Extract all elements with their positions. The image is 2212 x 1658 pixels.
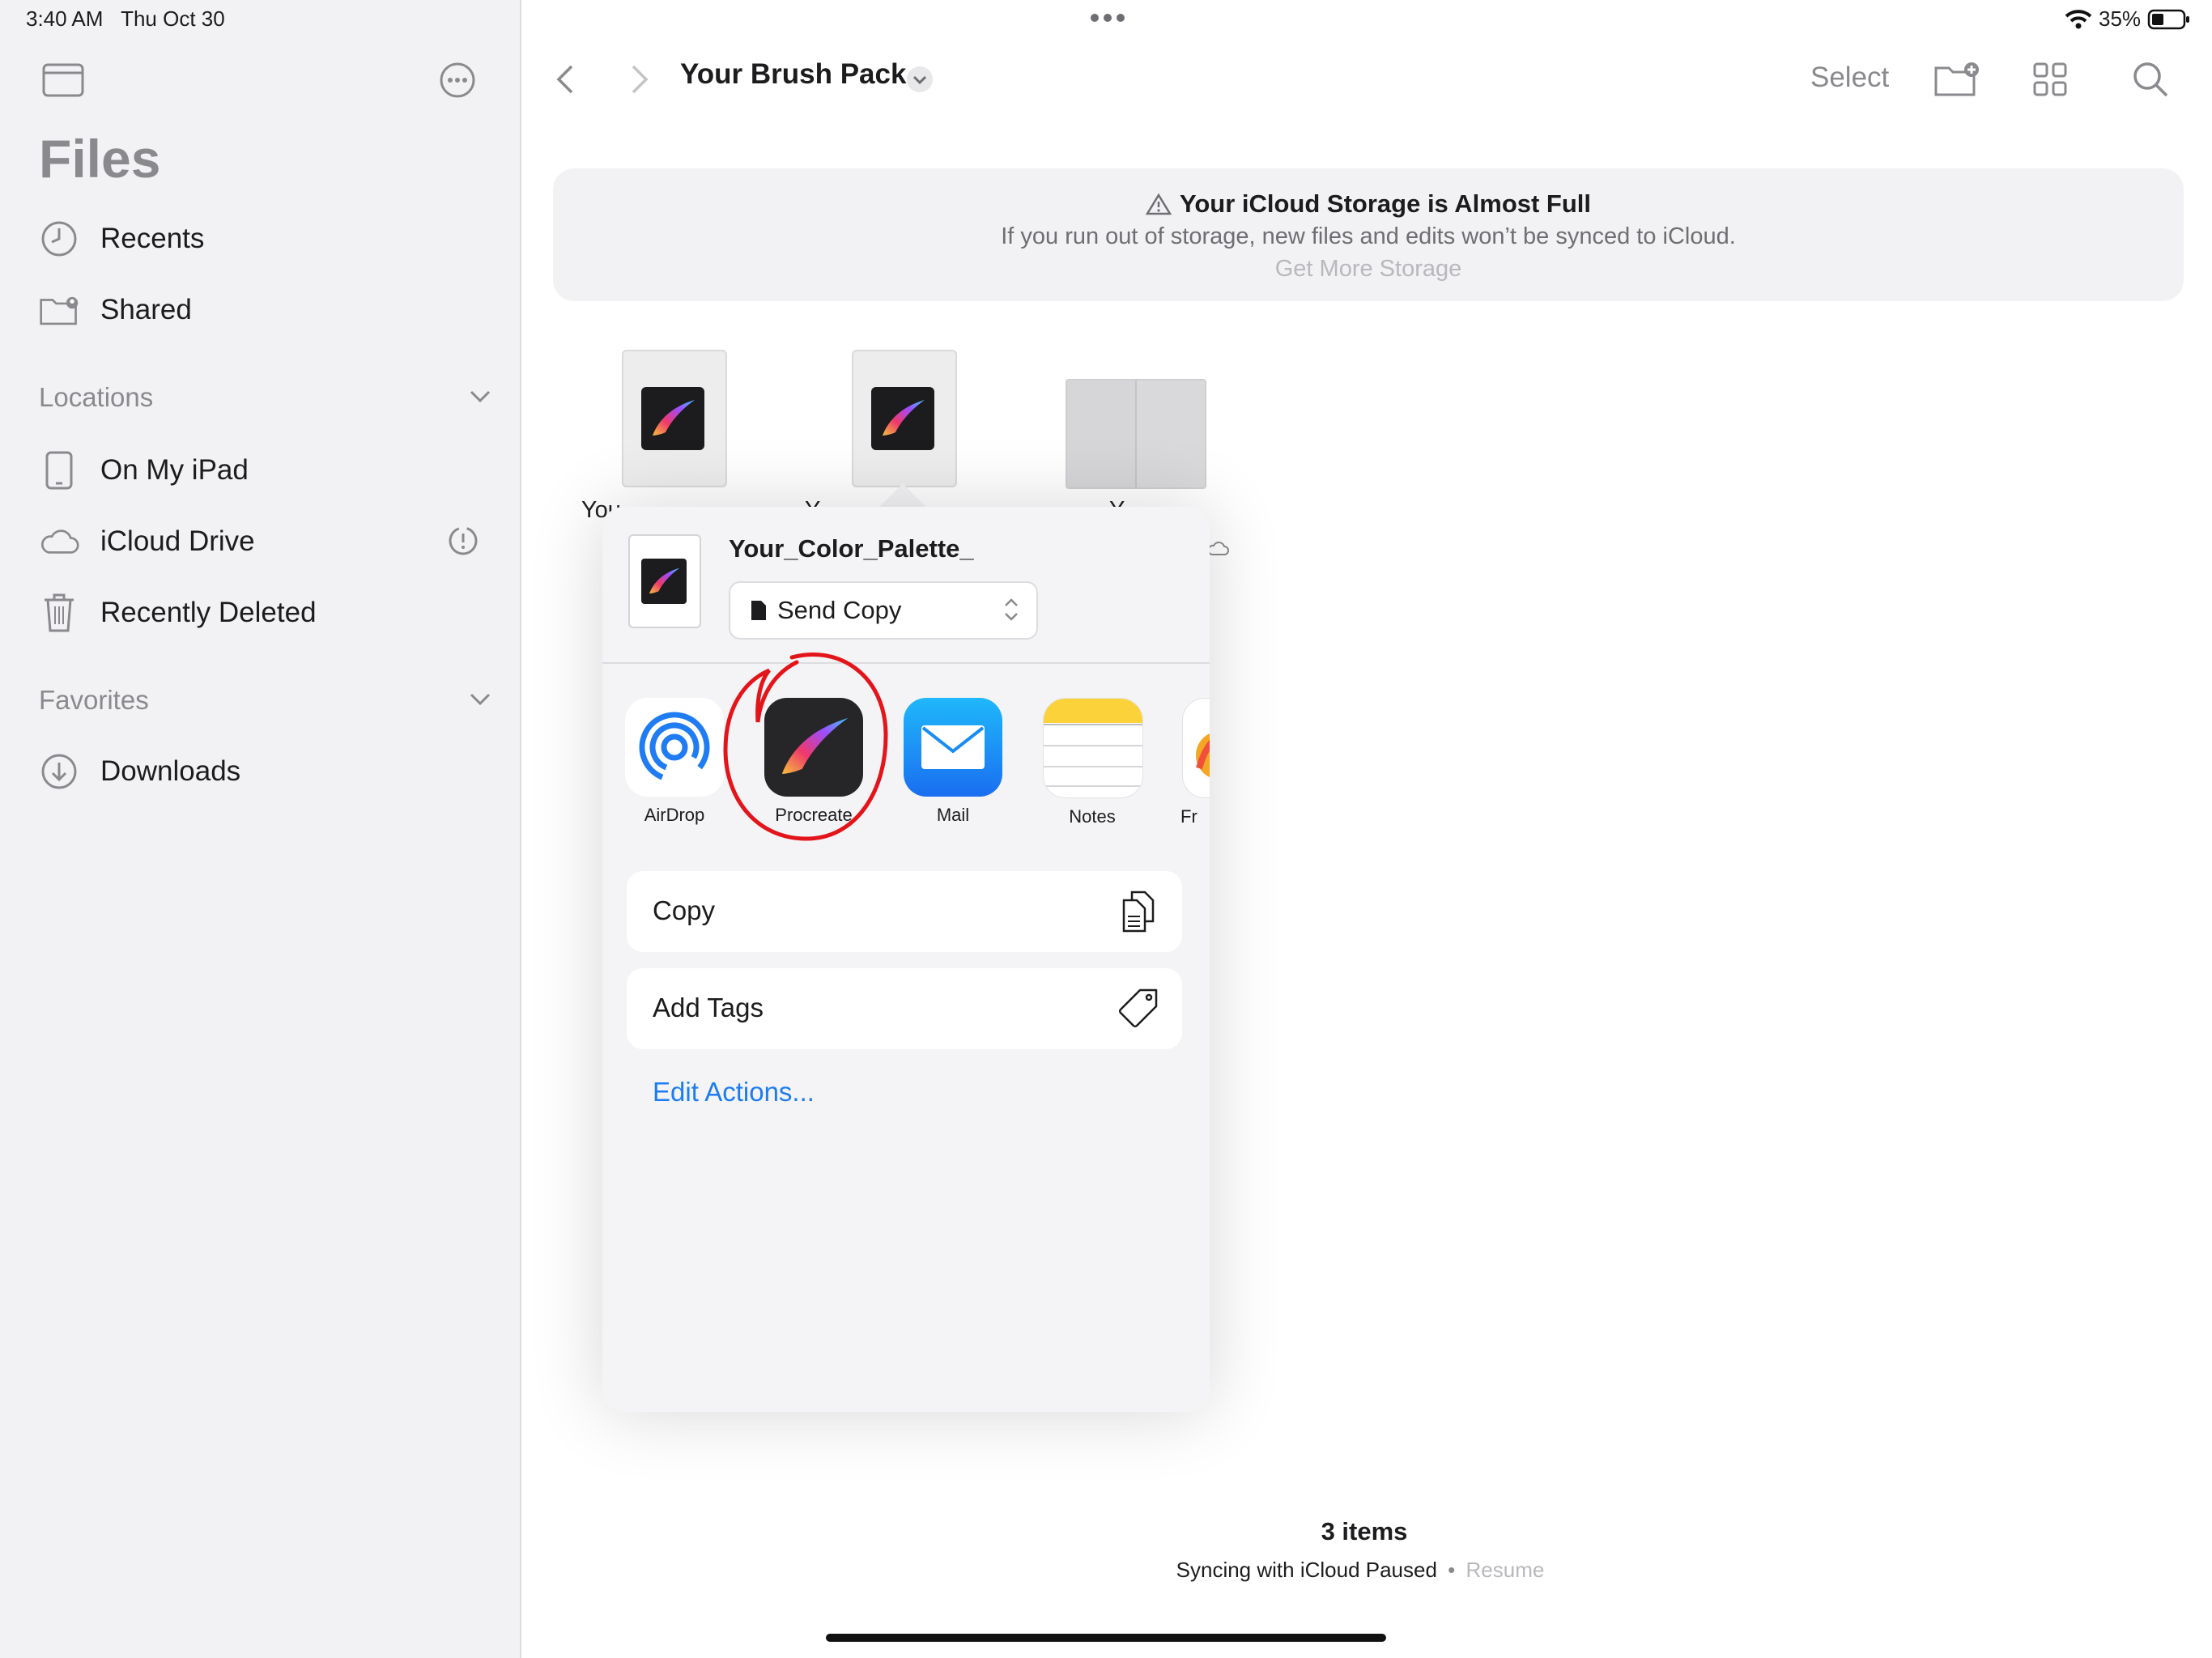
- status-time: 3:40 AM: [26, 6, 104, 31]
- mail-icon: [904, 698, 1002, 797]
- copy-action-label: Copy: [653, 895, 716, 925]
- status-right: 35%: [2065, 6, 2191, 32]
- share-file-thumbnail: [628, 534, 701, 628]
- add-tags-label: Add Tags: [653, 993, 764, 1022]
- sync-status: Syncing with iCloud Paused: [1176, 1558, 1437, 1582]
- file-item[interactable]: [852, 350, 957, 487]
- annotation-circle: [719, 644, 897, 851]
- procreate-icon: [871, 387, 934, 450]
- sidebar-toggle-icon[interactable]: [42, 63, 84, 101]
- folder-menu-chevron-icon[interactable]: [905, 65, 934, 98]
- edit-actions-link[interactable]: Edit Actions...: [653, 1077, 815, 1107]
- banner-message: If you run out of storage, new files and…: [1001, 223, 1736, 249]
- locations-header-label: Locations: [39, 382, 154, 412]
- sidebar-item-label: Recents: [100, 223, 205, 254]
- favorites-header[interactable]: Favorites: [39, 685, 492, 716]
- copy-icon: [1116, 889, 1161, 934]
- file-item[interactable]: [1066, 379, 1206, 489]
- shared-folder-icon: [39, 290, 79, 330]
- divider: [602, 662, 1210, 664]
- sidebar-item-downloads[interactable]: Downloads: [39, 742, 492, 801]
- sidebar-item-label: Recently Deleted: [100, 597, 317, 628]
- download-icon: [39, 751, 79, 792]
- sidebar-item-recently-deleted[interactable]: Recently Deleted: [39, 583, 492, 643]
- cloud-download-icon[interactable]: [1206, 541, 1229, 561]
- sync-status-row: Syncing with iCloud Paused • Resume: [1134, 1558, 1587, 1583]
- document-icon: [751, 601, 766, 620]
- banner-title-row: Your iCloud Storage is Almost Full: [553, 189, 2184, 219]
- procreate-icon: [641, 559, 687, 604]
- sidebar-item-label: Downloads: [100, 755, 241, 787]
- share-app-freeform[interactable]: Fr: [1180, 698, 1210, 827]
- sidebar-item-recents[interactable]: Recents: [39, 209, 492, 269]
- add-tags-action[interactable]: Add Tags: [627, 968, 1182, 1049]
- airdrop-icon: [625, 698, 724, 797]
- back-icon[interactable]: [554, 63, 575, 100]
- search-icon[interactable]: [2131, 60, 2170, 103]
- home-indicator: [826, 1634, 1386, 1642]
- sidebar-item-label: Shared: [100, 294, 192, 325]
- procreate-icon: [641, 387, 704, 450]
- wifi-icon: [2065, 9, 2092, 28]
- banner-title: Your iCloud Storage is Almost Full: [1179, 189, 1592, 218]
- share-app-label: Fr: [1180, 806, 1197, 827]
- select-button[interactable]: Select: [1810, 62, 1889, 94]
- clock-icon: [39, 219, 79, 259]
- icloud-storage-banner: Your iCloud Storage is Almost Full If yo…: [553, 168, 2184, 301]
- chevron-up-down-icon: [1005, 598, 1018, 621]
- trash-icon: [39, 593, 79, 633]
- new-folder-icon[interactable]: [1933, 60, 1980, 101]
- file-thumbnail: [622, 350, 727, 487]
- resume-link[interactable]: Resume: [1466, 1558, 1545, 1582]
- share-apps-row: AirDrop Procreate Mail Notes Fr: [625, 698, 1210, 844]
- battery-icon: [2147, 9, 2190, 29]
- favorites-header-label: Favorites: [39, 685, 149, 715]
- locations-header[interactable]: Locations: [39, 382, 492, 413]
- sidebar-item-on-my-ipad[interactable]: On My iPad: [39, 440, 492, 500]
- share-app-label: Mail: [936, 805, 970, 825]
- send-copy-selector[interactable]: Send Copy: [729, 581, 1038, 640]
- separator-dot: •: [1448, 1558, 1456, 1582]
- get-more-storage-link[interactable]: Get More Storage: [553, 256, 2184, 283]
- view-grid-icon[interactable]: [2032, 62, 2068, 101]
- sidebar-item-icloud-drive[interactable]: iCloud Drive: [39, 512, 492, 572]
- copy-action[interactable]: Copy: [627, 871, 1182, 952]
- warning-icon: [1145, 193, 1172, 215]
- sidebar: 3:40 AM Thu Oct 30 Files Recents Shared …: [0, 0, 521, 1658]
- multitasking-dots-icon[interactable]: [1088, 11, 1127, 28]
- share-sheet: [602, 507, 1210, 1412]
- file-thumbnail: [852, 350, 957, 487]
- sidebar-item-label: On My iPad: [100, 454, 249, 486]
- tag-icon: [1116, 986, 1161, 1031]
- freeform-icon: [1182, 698, 1210, 798]
- folder-preview-thumbnail: [1066, 379, 1206, 489]
- status-time-date: 3:40 AM Thu Oct 30: [26, 6, 225, 32]
- chevron-down-icon: [470, 390, 491, 403]
- sidebar-item-shared[interactable]: Shared: [39, 280, 492, 340]
- sync-paused-icon[interactable]: [447, 525, 479, 561]
- battery-percent: 35%: [2099, 6, 2142, 31]
- status-date: Thu Oct 30: [121, 6, 225, 31]
- folder-title: Your Brush Pack: [680, 58, 907, 90]
- sidebar-item-label: iCloud Drive: [100, 525, 255, 557]
- chevron-down-icon: [470, 693, 491, 706]
- more-options-icon[interactable]: [439, 62, 476, 103]
- cloud-icon: [39, 521, 79, 562]
- notes-icon: [1043, 698, 1143, 798]
- file-item[interactable]: [622, 350, 727, 487]
- forward-icon[interactable]: [630, 63, 651, 100]
- sidebar-title: Files: [39, 129, 161, 189]
- send-copy-label: Send Copy: [777, 596, 902, 624]
- items-count: 3 items: [1321, 1517, 1408, 1545]
- ipad-icon: [39, 450, 79, 491]
- share-file-name: Your_Color_Palette_: [729, 534, 974, 563]
